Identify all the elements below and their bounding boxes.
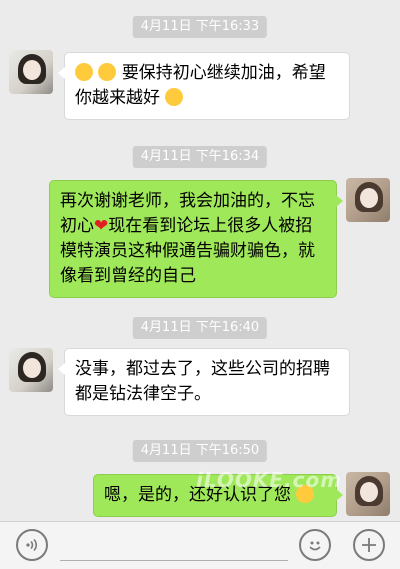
emoji-button[interactable] bbox=[299, 529, 331, 561]
timestamp: 4月11日 下午16:40 bbox=[132, 317, 268, 339]
message-line: 像看到曾经的自己 bbox=[60, 266, 196, 286]
voice-button[interactable] bbox=[16, 529, 48, 561]
thinking-emoji-icon bbox=[98, 63, 117, 81]
message-text: 你越来越好 bbox=[75, 88, 160, 108]
chat-area[interactable]: 4月11日 下午16:33 要保持初心继续加油，希望 你越来越好 4月11日 下… bbox=[0, 0, 400, 521]
input-toolbar bbox=[0, 521, 400, 569]
timestamp: 4月11日 下午16:33 bbox=[132, 16, 268, 38]
more-button[interactable] bbox=[353, 529, 385, 561]
avatar-self[interactable] bbox=[346, 472, 390, 516]
plus-icon bbox=[362, 538, 376, 552]
watermark: iLOOKE.com bbox=[196, 468, 343, 492]
timestamp: 4月11日 下午16:50 bbox=[132, 440, 268, 462]
message-line: 没事，都过去了，这些公司的招聘 bbox=[75, 359, 330, 379]
message-text: 现在看到论坛上很多人被招 bbox=[108, 216, 313, 236]
heart-icon: ❤ bbox=[94, 216, 109, 236]
message-bubble[interactable]: 再次谢谢老师，我会加油的，不忘 初心❤现在看到论坛上很多人被招 模特演员这种假通… bbox=[49, 180, 343, 298]
thinking-emoji-icon bbox=[75, 63, 93, 81]
emoji-icon bbox=[309, 541, 321, 551]
message-input[interactable] bbox=[60, 560, 288, 561]
timestamp: 4月11日 下午16:34 bbox=[132, 146, 268, 168]
message-bubble[interactable]: 要保持初心继续加油，希望 你越来越好 bbox=[58, 52, 350, 120]
avatar-teacher[interactable] bbox=[9, 348, 53, 392]
message-line: 都是钻法律空子。 bbox=[75, 384, 211, 404]
avatar-teacher[interactable] bbox=[9, 50, 53, 94]
avatar-self[interactable] bbox=[346, 178, 390, 222]
grin-emoji-icon bbox=[165, 88, 184, 106]
message-line: 再次谢谢老师，我会加油的，不忘 bbox=[60, 191, 315, 211]
message-text: 要保持初心继续加油，希望 bbox=[121, 63, 326, 83]
message-bubble[interactable]: 没事，都过去了，这些公司的招聘 都是钻法律空子。 bbox=[58, 348, 350, 416]
message-text: 初心 bbox=[60, 216, 94, 236]
message-line: 模特演员这种假通告骗财骗色，就 bbox=[60, 241, 315, 261]
voice-icon bbox=[26, 538, 37, 552]
